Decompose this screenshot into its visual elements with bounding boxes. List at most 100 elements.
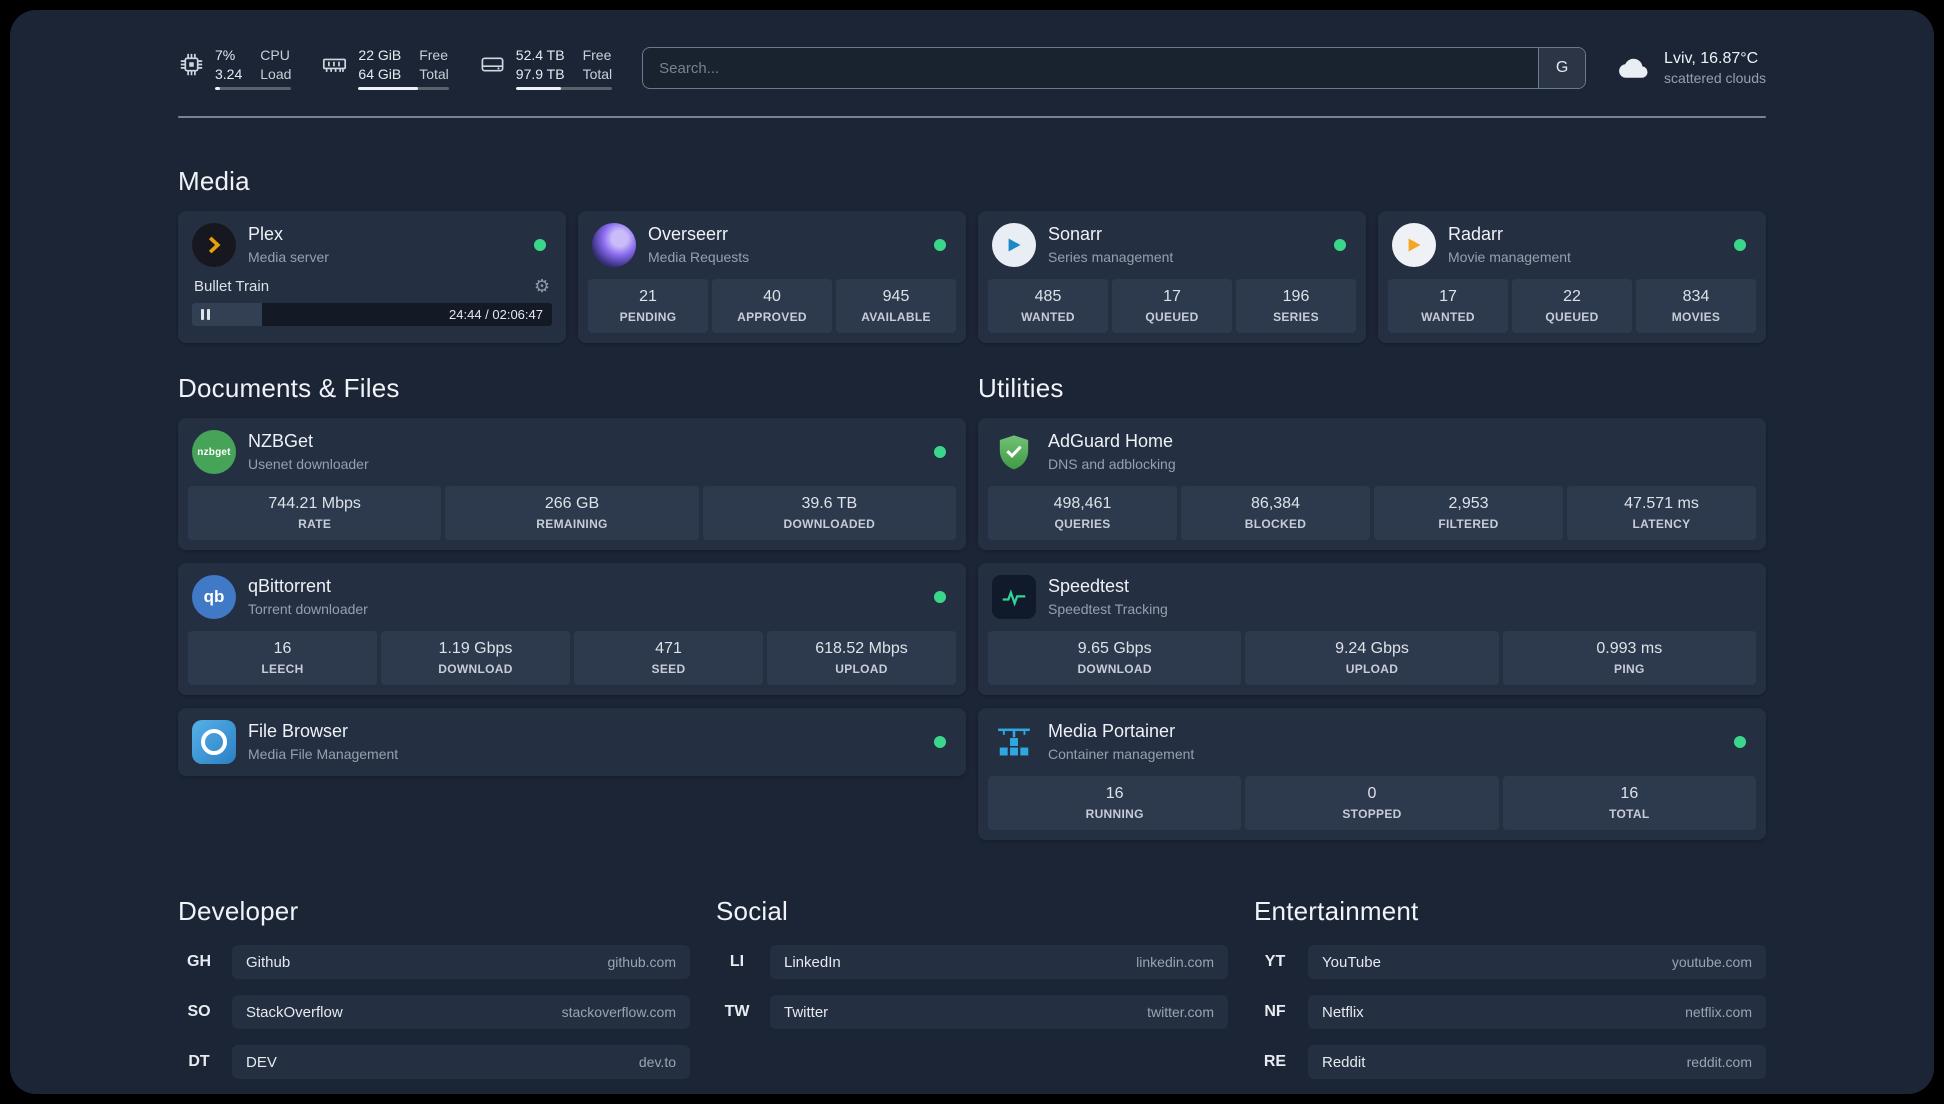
service-link-overseerr[interactable]: Overseerr Media Requests [588, 221, 956, 269]
radarr-icon [1392, 223, 1436, 267]
bookmark-link-youtube[interactable]: YouTube youtube.com [1308, 945, 1766, 979]
bookmark-link-netflix[interactable]: Netflix netflix.com [1308, 995, 1766, 1029]
service-subtitle: DNS and adblocking [1048, 455, 1176, 472]
search-bar: G [642, 47, 1587, 89]
stat-value: 17 [1439, 288, 1457, 305]
bookmark-name: Reddit [1322, 1053, 1366, 1071]
gear-icon[interactable]: ⚙ [534, 277, 550, 295]
bookmark-link-dev[interactable]: DEV dev.to [232, 1045, 690, 1079]
stat-label: DOWNLOAD [438, 662, 513, 676]
now-playing-title: Bullet Train [194, 277, 270, 295]
pause-button[interactable] [192, 309, 210, 320]
status-dot [934, 239, 946, 251]
stat-value: 744.21 Mbps [268, 495, 361, 512]
disk-free: 52.4 TB [515, 47, 565, 64]
bookmark-domain: github.com [607, 954, 676, 970]
weather-widget: Lviv, 16.87°C scattered clouds [1616, 49, 1766, 88]
disk-icon [481, 57, 504, 72]
bookmark-row: SO StackOverflow stackoverflow.com [178, 995, 690, 1029]
service-link-nzbget[interactable]: nzbget NZBGet Usenet downloader [188, 428, 956, 476]
stat: 9.24 Gbps UPLOAD [1245, 631, 1499, 685]
stat-label: RATE [298, 517, 332, 531]
cloud-icon [1619, 58, 1648, 78]
bookmark-row: GH Github github.com [178, 945, 690, 979]
service-link-plex[interactable]: Plex Media server [188, 221, 556, 269]
stat: 498,461 QUERIES [988, 486, 1177, 540]
bookmark-abbr: RE [1263, 1053, 1287, 1070]
status-dot [1734, 239, 1746, 251]
service-card-sonarr: Sonarr Series management 485 WANTED 17 Q… [978, 211, 1366, 343]
memory-free: 22 GiB [358, 47, 402, 64]
search-input[interactable] [643, 48, 1539, 88]
stat-value: 16 [273, 640, 292, 657]
playback-progress-bar[interactable]: 24:44 / 02:06:47 [192, 303, 552, 326]
stat: 16 RUNNING [988, 776, 1242, 830]
status-dot [1734, 736, 1746, 748]
weather-location: Lviv, 16.87°C [1664, 49, 1759, 67]
service-link-qbittorrent[interactable]: qb qBittorrent Torrent downloader [188, 573, 956, 621]
service-card-filebrowser: File Browser Media File Management [178, 708, 966, 776]
memory-label-1: Free [419, 47, 449, 64]
stat-label: STOPPED [1342, 807, 1402, 821]
service-name: Overseerr [648, 224, 729, 245]
filebrowser-icon [192, 720, 236, 764]
nzbget-icon: nzbget [192, 430, 236, 474]
status-dot [534, 239, 546, 251]
bookmark-link-linkedin[interactable]: LinkedIn linkedin.com [770, 945, 1228, 979]
stat-value: 39.6 TB [801, 495, 858, 512]
service-link-adguard[interactable]: AdGuard Home DNS and adblocking [988, 428, 1756, 476]
service-link-filebrowser[interactable]: File Browser Media File Management [188, 718, 956, 766]
status-dot [934, 736, 946, 748]
service-link-sonarr[interactable]: Sonarr Series management [988, 221, 1356, 269]
service-name: Radarr [1448, 224, 1504, 245]
bookmark-abbr: DT [188, 1053, 210, 1070]
stat-value: 17 [1163, 288, 1181, 305]
bookmark-link-twitter[interactable]: Twitter twitter.com [770, 995, 1228, 1029]
stat-label: AVAILABLE [861, 310, 931, 324]
stat: 1.19 Gbps DOWNLOAD [381, 631, 570, 685]
stat-label: UPLOAD [835, 662, 888, 676]
stat: 9.65 Gbps DOWNLOAD [988, 631, 1242, 685]
bookmark-link-github[interactable]: Github github.com [232, 945, 690, 979]
stat-label: QUERIES [1054, 517, 1111, 531]
service-name: qBittorrent [248, 576, 332, 597]
memory-icon [323, 58, 347, 73]
stat-value: 86,384 [1251, 495, 1300, 512]
bookmark-name: StackOverflow [246, 1003, 343, 1021]
bookmark-link-stackoverflow[interactable]: StackOverflow stackoverflow.com [232, 995, 690, 1029]
status-dot [1334, 239, 1346, 251]
bookmark-group-social: Social LI LinkedIn linkedin.com TW Twitt… [716, 896, 1228, 1094]
service-subtitle: Series management [1048, 248, 1174, 265]
stat: 471 SEED [574, 631, 763, 685]
stat: 16 TOTAL [1502, 776, 1756, 830]
bookmark-name: LinkedIn [784, 953, 841, 971]
cpu-widget: 7% 3.24 CPU Load [178, 46, 292, 90]
stat-label: DOWNLOAD [1077, 662, 1152, 676]
cpu-label-2: Load [260, 65, 292, 82]
weather-condition: scattered clouds [1664, 70, 1766, 87]
media-grid: Plex Media server Bullet Train ⚙ 24:44 /… [178, 211, 1766, 343]
bookmark-domain: stackoverflow.com [561, 1004, 676, 1020]
playback-time: 24:44 / 02:06:47 [449, 307, 543, 322]
service-card-speedtest: Speedtest Speedtest Tracking 9.65 Gbps D… [978, 563, 1766, 695]
service-subtitle: Movie management [1448, 248, 1571, 265]
memory-progress-bar [358, 86, 449, 90]
stat-value: 618.52 Mbps [815, 640, 908, 657]
stat: 17 QUEUED [1112, 279, 1232, 333]
stat-label: PING [1614, 662, 1645, 676]
stat: 0.993 ms PING [1502, 631, 1756, 685]
memory-total: 64 GiB [358, 65, 402, 82]
service-subtitle: Media File Management [248, 745, 399, 762]
stat-value: 834 [1682, 288, 1710, 305]
bookmark-link-reddit[interactable]: Reddit reddit.com [1308, 1045, 1766, 1079]
bookmark-row: LI LinkedIn linkedin.com [716, 945, 1228, 979]
service-link-speedtest[interactable]: Speedtest Speedtest Tracking [988, 573, 1756, 621]
bookmark-row: YT YouTube youtube.com [1254, 945, 1766, 979]
service-name: File Browser [248, 721, 349, 742]
service-link-portainer[interactable]: Media Portainer Container management [988, 718, 1756, 766]
service-name: Media Portainer [1048, 721, 1176, 742]
service-name: AdGuard Home [1048, 431, 1174, 452]
service-link-radarr[interactable]: Radarr Movie management [1388, 221, 1756, 269]
search-provider-button[interactable]: G [1538, 48, 1586, 88]
utilities-column: Utilities AdGuard Home DNS and adblockin… [978, 373, 1766, 840]
